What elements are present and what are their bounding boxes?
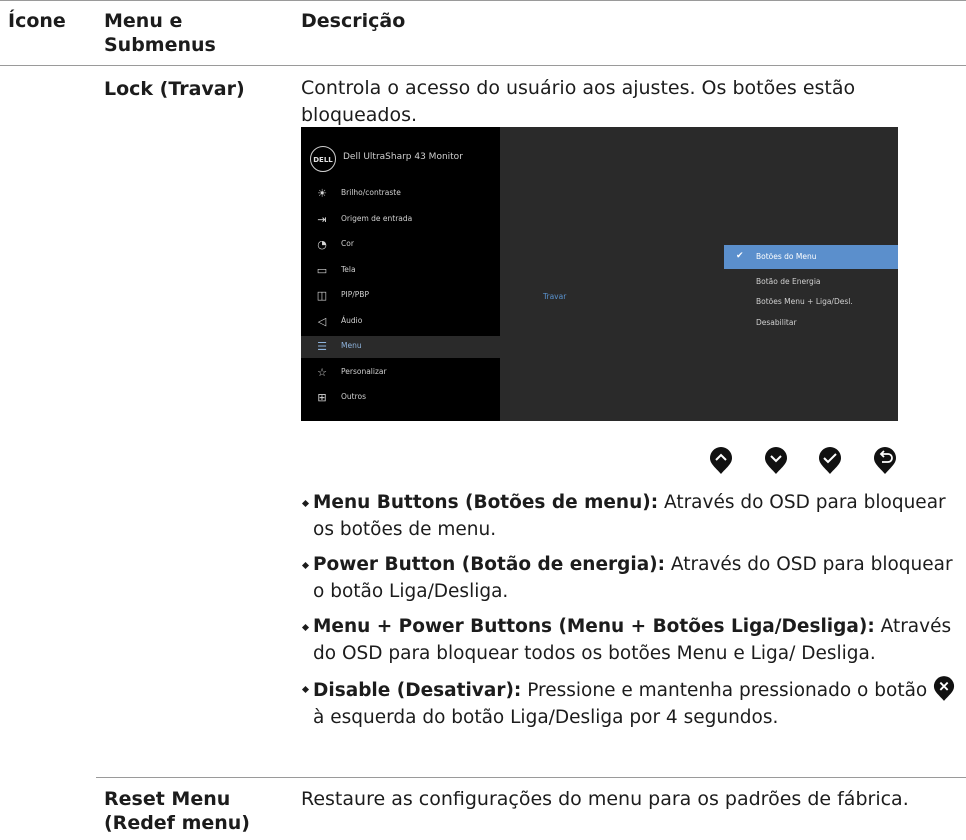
header-icon: Ícone xyxy=(8,10,66,32)
osd-item-label: Áudio xyxy=(341,316,363,325)
brightness-icon: ☀ xyxy=(317,187,327,200)
osd-lock-label: Travar xyxy=(543,292,567,301)
speaker-icon: ◁ xyxy=(317,315,327,328)
osd-option-label: Botão de Energia xyxy=(756,277,821,286)
osd-item-color: ◔ Cor xyxy=(301,234,500,256)
bullet-term: Menu Buttons (Botões de menu): xyxy=(313,492,659,513)
header-rule xyxy=(0,65,966,66)
back-icon xyxy=(874,447,896,474)
osd-item-label: Menu xyxy=(341,341,362,350)
osd-item-audio: ◁ Áudio xyxy=(301,311,500,333)
pip-icon: ◫ xyxy=(316,289,328,302)
header-menu-submenus: Menu e Submenus xyxy=(104,10,216,56)
osd-main-menu: DELL Dell UltraSharp 43 Monitor ☀ Brilho… xyxy=(301,127,500,421)
bullet-text: à esquerda do botão Liga/Desliga por 4 s… xyxy=(313,706,779,728)
osd-option-label: Botões Menu + Liga/Desl. xyxy=(756,297,853,306)
osd-item-label: Personalizar xyxy=(341,367,387,376)
osd-item-label: Origem de entrada xyxy=(341,214,413,223)
others-icon: ⊞ xyxy=(317,391,327,404)
lock-title: Lock (Travar) xyxy=(104,78,245,100)
reset-menu-description: Restaure as configurações do menu para o… xyxy=(301,788,909,810)
osd-item-input-source: ⇥ Origem de entrada xyxy=(301,209,500,231)
list-item: Menu + Power Buttons (Menu + Botões Liga… xyxy=(301,614,961,667)
exit-button-icon xyxy=(934,676,955,701)
osd-item-personalize: ☆ Personalizar xyxy=(301,362,500,384)
osd-item-label: Outros xyxy=(341,392,367,401)
down-arrow-icon xyxy=(765,447,787,474)
lock-description: Controla o acesso do usuário aos ajustes… xyxy=(301,77,856,126)
lock-options-list: Menu Buttons (Botões de menu): Através d… xyxy=(301,490,961,740)
osd-item-pip: ◫ PIP/PBP xyxy=(301,285,500,307)
reset-menu-title: Reset Menu (Redef menu) xyxy=(104,788,250,834)
osd-item-label: Brilho/contraste xyxy=(341,188,401,197)
osd-item-others: ⊞ Outros xyxy=(301,387,500,409)
table-top-rule xyxy=(0,0,966,1)
check-icon: ✔ xyxy=(736,251,744,261)
osd-item-label: Cor xyxy=(341,239,354,248)
osd-title: Dell UltraSharp 43 Monitor xyxy=(343,152,463,162)
row-rule xyxy=(96,777,966,778)
star-icon: ☆ xyxy=(317,366,327,379)
header-description: Descrição xyxy=(301,10,406,32)
osd-option-disable: Desabilitar xyxy=(724,311,898,335)
color-palette-icon: ◔ xyxy=(317,238,327,251)
display-icon: ▭ xyxy=(316,264,328,277)
bullet-text: Pressione e mantenha pressionado o botão xyxy=(521,680,934,701)
check-icon xyxy=(819,447,841,474)
osd-item-label: PIP/PBP xyxy=(341,290,369,299)
menu-icon: ☰ xyxy=(317,340,327,353)
osd-option-label: Botões do Menu xyxy=(756,252,817,261)
list-item: Menu Buttons (Botões de menu): Através d… xyxy=(301,490,961,543)
osd-item-menu: ☰ Menu xyxy=(301,336,500,358)
bullet-term: Power Button (Botão de energia): xyxy=(313,554,666,575)
osd-option-menu-buttons: ✔ Botões do Menu xyxy=(724,245,898,269)
up-arrow-icon xyxy=(710,447,732,474)
dell-logo-icon: DELL xyxy=(310,146,336,172)
bullet-term: Disable (Desativar): xyxy=(313,680,522,701)
input-source-icon: ⇥ xyxy=(317,213,327,226)
list-item: Power Button (Botão de energia): Através… xyxy=(301,552,961,605)
osd-item-label: Tela xyxy=(341,265,356,274)
bullet-term: Menu + Power Buttons (Menu + Botões Liga… xyxy=(313,616,875,637)
list-item: Disable (Desativar): Pressione e mantenh… xyxy=(301,676,961,731)
osd-screenshot: DELL Dell UltraSharp 43 Monitor ☀ Brilho… xyxy=(301,127,898,421)
osd-option-label: Desabilitar xyxy=(756,318,797,327)
osd-item-display: ▭ Tela xyxy=(301,260,500,282)
osd-item-brightness: ☀ Brilho/contraste xyxy=(301,183,500,205)
